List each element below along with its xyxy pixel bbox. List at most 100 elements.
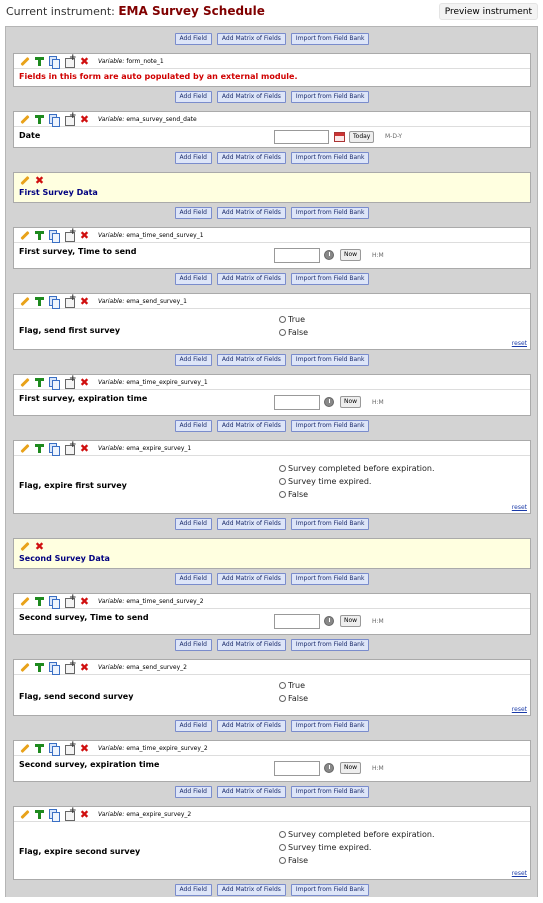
delete-x-icon[interactable]: ✖	[79, 377, 90, 388]
add-field-button[interactable]: Add Field	[174, 573, 212, 585]
radio-option[interactable]: Survey completed before expiration.	[279, 828, 435, 841]
add-matrix-button[interactable]: Add Matrix of Fields	[216, 354, 286, 366]
radio-button[interactable]	[279, 316, 286, 323]
delete-x-icon[interactable]: ✖	[79, 596, 90, 607]
radio-option[interactable]: Survey time expired.	[279, 475, 435, 488]
edit-pencil-icon[interactable]	[19, 377, 30, 388]
radio-option[interactable]: False	[279, 488, 435, 501]
add-field-button[interactable]: Add Field	[174, 152, 212, 164]
branching-logic-icon[interactable]	[34, 377, 45, 388]
move-field-icon[interactable]	[64, 111, 77, 126]
branching-logic-icon[interactable]	[34, 596, 45, 607]
edit-pencil-icon[interactable]	[19, 443, 30, 454]
radio-option[interactable]: True	[279, 679, 308, 692]
add-field-button[interactable]: Add Field	[174, 420, 212, 432]
move-field-icon[interactable]	[64, 440, 77, 455]
reset-link[interactable]: reset	[512, 706, 527, 713]
add-matrix-button[interactable]: Add Matrix of Fields	[216, 573, 286, 585]
add-matrix-button[interactable]: Add Matrix of Fields	[216, 91, 286, 103]
delete-x-icon[interactable]: ✖	[79, 296, 90, 307]
radio-option[interactable]: Survey completed before expiration.	[279, 462, 435, 475]
branching-logic-icon[interactable]	[34, 443, 45, 454]
edit-pencil-icon[interactable]	[19, 596, 30, 607]
date-input[interactable]	[274, 130, 329, 144]
add-matrix-button[interactable]: Add Matrix of Fields	[216, 720, 286, 732]
copy-field-icon[interactable]	[49, 442, 60, 456]
edit-pencil-icon[interactable]	[19, 662, 30, 673]
copy-field-icon[interactable]	[49, 808, 60, 822]
copy-field-icon[interactable]	[49, 742, 60, 756]
import-field-bank-button[interactable]: Import from Field Bank	[290, 786, 370, 798]
clock-icon[interactable]	[324, 763, 334, 773]
edit-pencil-icon[interactable]	[19, 114, 30, 125]
add-matrix-button[interactable]: Add Matrix of Fields	[216, 420, 286, 432]
add-field-button[interactable]: Add Field	[174, 884, 212, 896]
move-field-icon[interactable]	[64, 293, 77, 308]
add-matrix-button[interactable]: Add Matrix of Fields	[216, 884, 286, 896]
add-matrix-button[interactable]: Add Matrix of Fields	[216, 33, 286, 45]
add-field-button[interactable]: Add Field	[174, 207, 212, 219]
import-field-bank-button[interactable]: Import from Field Bank	[290, 720, 370, 732]
branching-logic-icon[interactable]	[34, 56, 45, 67]
copy-field-icon[interactable]	[49, 55, 60, 69]
radio-option[interactable]: False	[279, 854, 435, 867]
delete-x-icon[interactable]: ✖	[79, 230, 90, 241]
now-button[interactable]: Now	[340, 615, 362, 627]
now-button[interactable]: Now	[340, 396, 362, 408]
radio-button[interactable]	[279, 695, 286, 702]
add-field-button[interactable]: Add Field	[174, 518, 212, 530]
radio-option[interactable]: False	[279, 692, 308, 705]
time-input[interactable]	[274, 614, 320, 629]
edit-pencil-icon[interactable]	[19, 296, 30, 307]
delete-x-icon[interactable]: ✖	[79, 809, 90, 820]
radio-button[interactable]	[279, 831, 286, 838]
copy-field-icon[interactable]	[49, 113, 60, 127]
copy-field-icon[interactable]	[49, 595, 60, 609]
radio-button[interactable]	[279, 491, 286, 498]
import-field-bank-button[interactable]: Import from Field Bank	[290, 518, 370, 530]
preview-instrument-button[interactable]: Preview instrument	[438, 3, 538, 20]
time-input[interactable]	[274, 248, 320, 263]
import-field-bank-button[interactable]: Import from Field Bank	[290, 152, 370, 164]
move-field-icon[interactable]	[64, 806, 77, 821]
import-field-bank-button[interactable]: Import from Field Bank	[290, 273, 370, 285]
import-field-bank-button[interactable]: Import from Field Bank	[290, 573, 370, 585]
add-matrix-button[interactable]: Add Matrix of Fields	[216, 207, 286, 219]
import-field-bank-button[interactable]: Import from Field Bank	[290, 33, 370, 45]
edit-pencil-icon[interactable]	[19, 743, 30, 754]
radio-button[interactable]	[279, 857, 286, 864]
add-field-button[interactable]: Add Field	[174, 720, 212, 732]
branching-logic-icon[interactable]	[34, 230, 45, 241]
delete-x-icon[interactable]: ✖	[79, 56, 90, 67]
radio-option[interactable]: True	[279, 313, 308, 326]
delete-x-icon[interactable]: ✖	[34, 175, 45, 186]
radio-button[interactable]	[279, 329, 286, 336]
move-field-icon[interactable]	[64, 740, 77, 755]
radio-button[interactable]	[279, 682, 286, 689]
add-matrix-button[interactable]: Add Matrix of Fields	[216, 639, 286, 651]
radio-button[interactable]	[279, 465, 286, 472]
radio-button[interactable]	[279, 844, 286, 851]
edit-pencil-icon[interactable]	[19, 56, 30, 67]
add-field-button[interactable]: Add Field	[174, 639, 212, 651]
import-field-bank-button[interactable]: Import from Field Bank	[290, 639, 370, 651]
add-field-button[interactable]: Add Field	[174, 273, 212, 285]
import-field-bank-button[interactable]: Import from Field Bank	[290, 354, 370, 366]
copy-field-icon[interactable]	[49, 376, 60, 390]
add-matrix-button[interactable]: Add Matrix of Fields	[216, 273, 286, 285]
reset-link[interactable]: reset	[512, 504, 527, 511]
now-button[interactable]: Now	[340, 249, 362, 261]
import-field-bank-button[interactable]: Import from Field Bank	[290, 884, 370, 896]
clock-icon[interactable]	[324, 397, 334, 407]
delete-x-icon[interactable]: ✖	[34, 541, 45, 552]
delete-x-icon[interactable]: ✖	[79, 662, 90, 673]
copy-field-icon[interactable]	[49, 229, 60, 243]
add-field-button[interactable]: Add Field	[174, 786, 212, 798]
edit-pencil-icon[interactable]	[19, 809, 30, 820]
copy-field-icon[interactable]	[49, 661, 60, 675]
branching-logic-icon[interactable]	[34, 743, 45, 754]
today-button[interactable]: Today	[349, 131, 375, 143]
time-input[interactable]	[274, 395, 320, 410]
clock-icon[interactable]	[324, 250, 334, 260]
branching-logic-icon[interactable]	[34, 809, 45, 820]
